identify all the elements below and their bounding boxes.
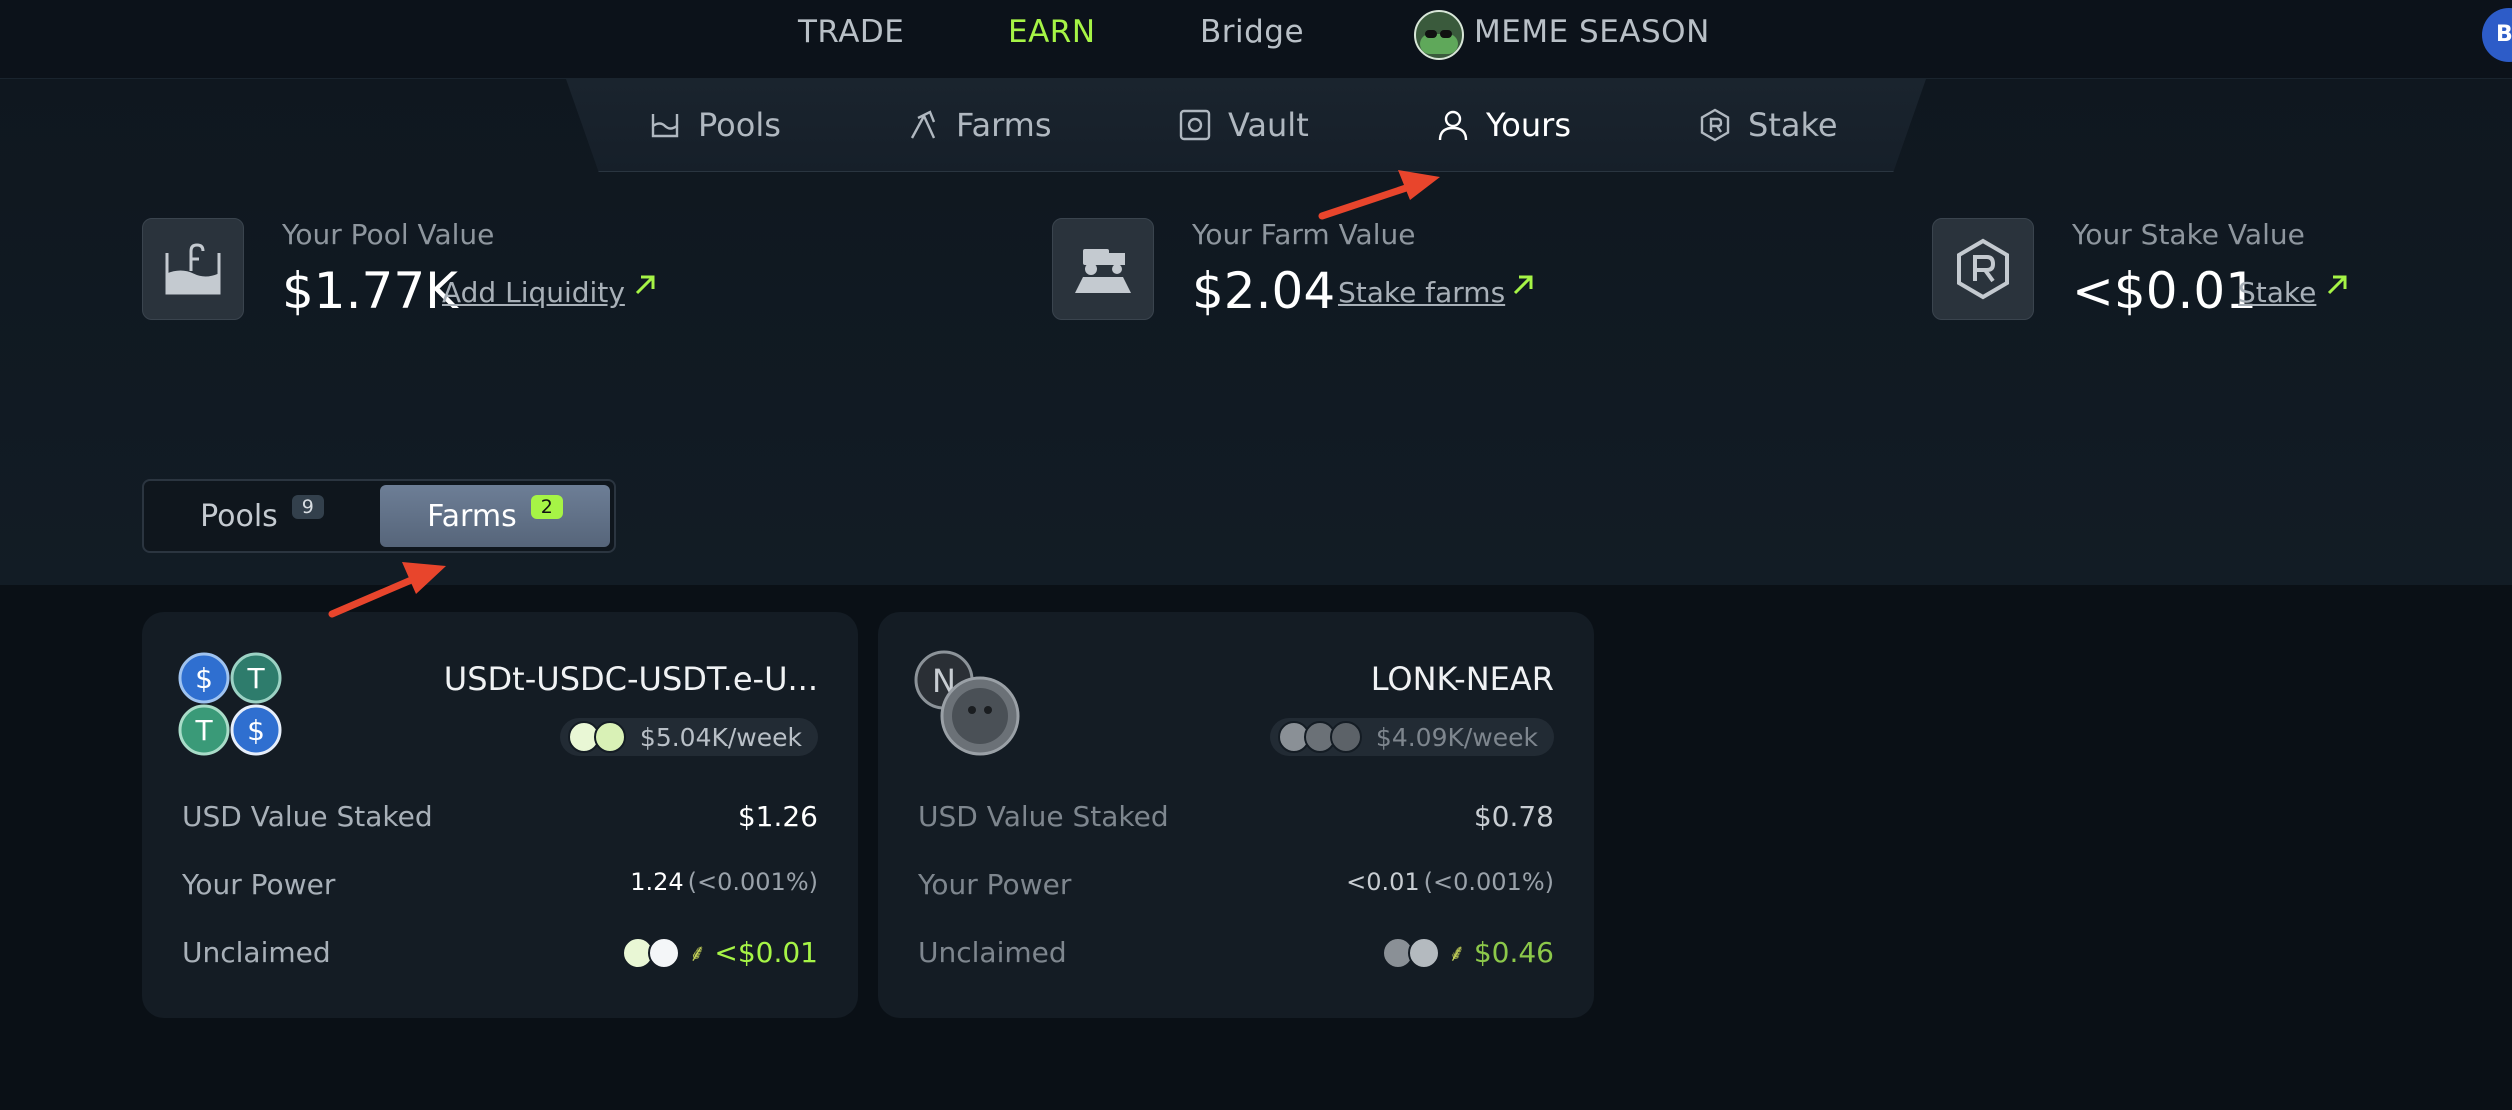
- subtab-yours[interactable]: Yours: [1436, 105, 1571, 145]
- toggle-pools[interactable]: Pools 9: [148, 485, 376, 547]
- ref-token-icon: [593, 721, 626, 753]
- stake-link[interactable]: Stake: [2238, 276, 2316, 309]
- stake-hex-icon: [1698, 108, 1732, 142]
- top-nav: TRADE EARN Bridge MEME SEASON B: [0, 0, 2512, 78]
- nav-earn[interactable]: EARN: [1008, 14, 1096, 50]
- farm-value-amount: $2.04: [1192, 262, 1336, 320]
- subtab-yours-label: Yours: [1486, 106, 1571, 144]
- subtab-pools-label: Pools: [698, 106, 781, 144]
- power-row: Your Power <0.01 (<0.001%): [918, 868, 1554, 908]
- power-pct: (<0.001%): [687, 868, 818, 896]
- weekly-reward: $5.04K/week: [639, 722, 802, 752]
- farms-count-badge: 2: [530, 495, 563, 519]
- unclaimed-label: Unclaimed: [918, 936, 1067, 969]
- toggle-pools-label: Pools: [200, 498, 278, 534]
- wheat-icon: ⸙: [688, 939, 707, 967]
- svg-text:$: $: [195, 662, 213, 695]
- power-label: Your Power: [182, 868, 336, 901]
- staked-value: $0.78: [1473, 800, 1554, 833]
- farm-card-lonk[interactable]: N LONK-NEAR $4.09K/week USD Value Staked…: [878, 612, 1594, 1018]
- arrow-up-right-icon: [1513, 275, 1533, 295]
- add-liquidity-link[interactable]: Add Liquidity: [442, 276, 625, 309]
- subtab-farms[interactable]: Farms: [906, 105, 1052, 145]
- pools-farms-toggle: Pools 9 Farms 2: [142, 479, 616, 553]
- unclaimed-label: Unclaimed: [182, 936, 331, 969]
- pool-value-amount: $1.77K: [282, 262, 458, 320]
- weekly-reward-pill: $5.04K/week: [559, 718, 818, 756]
- nav-trade[interactable]: TRADE: [798, 14, 904, 50]
- unclaimed-value-group: ⸙ <$0.01: [622, 936, 818, 969]
- unclaimed-value-group: ⸙ $0.46: [1381, 936, 1554, 969]
- farm-name: LONK-NEAR: [1370, 660, 1554, 698]
- subtab-stake-label: Stake: [1748, 106, 1838, 144]
- staked-row: USD Value Staked $1.26: [182, 800, 818, 840]
- subtab-pools[interactable]: Pools: [648, 105, 781, 145]
- pool-icon: [648, 108, 682, 142]
- user-icon: [1436, 108, 1470, 142]
- unclaimed-value: <$0.01: [714, 936, 818, 969]
- weekly-reward-pill: $4.09K/week: [1269, 718, 1554, 756]
- stake-value-amount: <$0.01: [2072, 262, 2258, 320]
- farm-name: USDt-USDC-USDT.e-U...: [443, 660, 818, 698]
- arrow-up-right-icon: [2327, 275, 2347, 295]
- power-value-group: 1.24 (<0.001%): [630, 868, 818, 896]
- staked-value: $1.26: [737, 800, 818, 833]
- pool-stat-icon: [142, 218, 244, 320]
- power-label: Your Power: [918, 868, 1072, 901]
- nav-meme-season[interactable]: MEME SEASON: [1474, 14, 1710, 50]
- toggle-farms[interactable]: Farms 2: [380, 485, 610, 547]
- svg-text:T: T: [246, 662, 265, 695]
- power-value-group: <0.01 (<0.001%): [1346, 868, 1554, 896]
- pool-value-label: Your Pool Value: [282, 218, 495, 251]
- farm-card-stable[interactable]: $ T T $ USDt-USDC-USDT.e-U... $5.04K/wee…: [142, 612, 858, 1018]
- farm-value-label: Your Farm Value: [1192, 218, 1416, 251]
- power-value: <0.01: [1346, 868, 1420, 896]
- subtab-vault[interactable]: Vault: [1178, 105, 1309, 145]
- lonk-token-icon: [1329, 721, 1362, 753]
- near-token-icon: [648, 936, 681, 969]
- power-value: 1.24: [630, 868, 684, 896]
- power-row: Your Power 1.24 (<0.001%): [182, 868, 818, 908]
- unclaimed-row: Unclaimed ⸙ $0.46: [918, 936, 1554, 976]
- svg-text:T: T: [194, 714, 213, 747]
- stake-value-label: Your Stake Value: [2072, 218, 2305, 251]
- subtab-farms-label: Farms: [956, 106, 1052, 144]
- farm-stat-icon: [1052, 218, 1154, 320]
- staked-row: USD Value Staked $0.78: [918, 800, 1554, 840]
- stablecoin-tokens-icon: $ T T $: [178, 652, 282, 756]
- wheat-icon: ⸙: [1447, 939, 1466, 967]
- pools-count-badge: 9: [291, 495, 324, 519]
- vault-icon: [1178, 108, 1212, 142]
- subtab-stake[interactable]: Stake: [1698, 105, 1838, 145]
- near-token-icon: [1407, 936, 1440, 969]
- toggle-farms-label: Farms: [427, 498, 517, 534]
- stake-stat-icon: [1932, 218, 2034, 320]
- unclaimed-value: $0.46: [1473, 936, 1554, 969]
- weekly-reward: $4.09K/week: [1375, 722, 1538, 752]
- stake-farms-link[interactable]: Stake farms: [1338, 276, 1505, 309]
- nav-bridge[interactable]: Bridge: [1200, 14, 1304, 50]
- power-pct: (<0.001%): [1423, 868, 1554, 896]
- unclaimed-row: Unclaimed ⸙ <$0.01: [182, 936, 818, 976]
- staked-label: USD Value Staked: [182, 800, 433, 833]
- account-avatar[interactable]: B: [2482, 8, 2512, 62]
- subtab-vault-label: Vault: [1228, 106, 1309, 144]
- farm-tool-icon: [906, 108, 940, 142]
- svg-text:$: $: [247, 714, 265, 747]
- staked-label: USD Value Staked: [918, 800, 1169, 833]
- lonk-near-tokens-icon: N: [914, 650, 1020, 756]
- meme-frog-icon: [1414, 10, 1464, 60]
- arrow-up-right-icon: [635, 275, 655, 295]
